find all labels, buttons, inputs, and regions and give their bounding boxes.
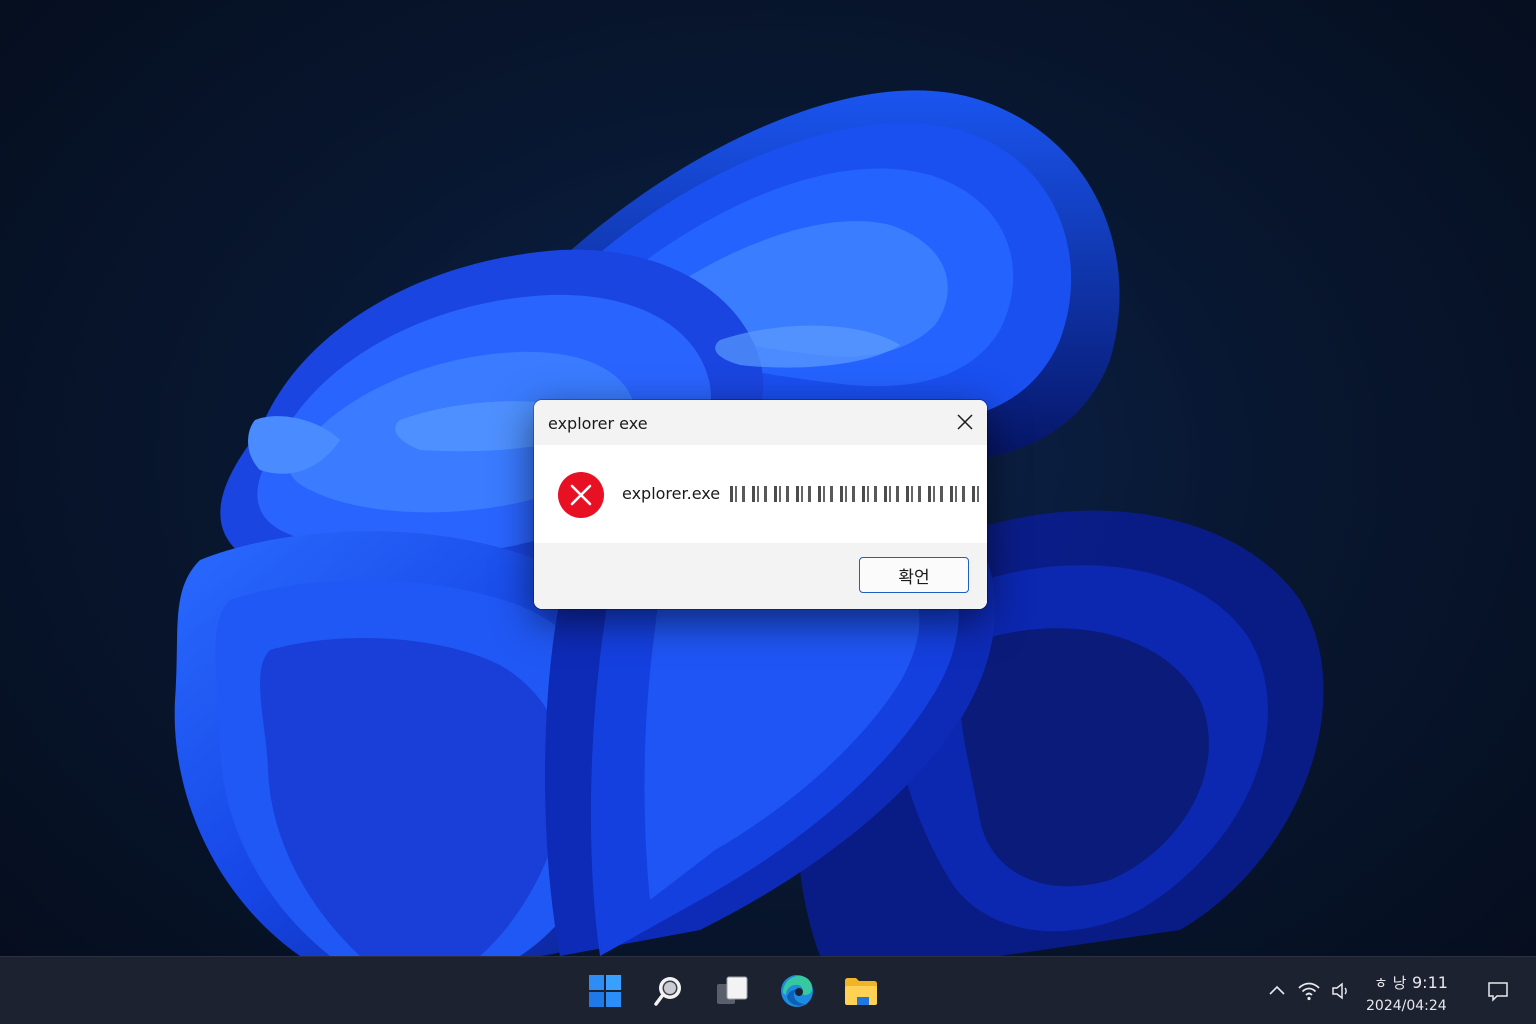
- ime-indicator[interactable]: ㅎ 낭: [1374, 972, 1406, 993]
- error-message: explorer.exe: [622, 484, 981, 503]
- system-tray: ㅎ 낭 9:11 2024/04:24: [1262, 957, 1536, 1024]
- edge-button[interactable]: [776, 970, 818, 1012]
- taskbar-apps: [584, 957, 882, 1024]
- notification-button[interactable]: [1474, 971, 1522, 1011]
- desktop: explorer exe explorer.exe 확언 ㅎ 낭 9:11 20…: [0, 0, 1536, 1024]
- dialog-titlebar[interactable]: explorer exe: [534, 400, 987, 445]
- search-icon: [654, 977, 681, 1006]
- notification-icon: [1488, 982, 1508, 1002]
- speaker-icon: [1332, 982, 1347, 1000]
- chevron-up-icon: [1269, 985, 1285, 995]
- edge-icon: [781, 975, 813, 1007]
- wifi-icon: [1298, 982, 1320, 1001]
- task-view-icon: [717, 976, 748, 1004]
- clock-date: 2024/04:24: [1366, 998, 1447, 1014]
- file-explorer-button[interactable]: [840, 970, 882, 1012]
- close-button[interactable]: [951, 407, 979, 437]
- folder-icon: [845, 978, 877, 1005]
- dialog-footer: 확언: [534, 543, 987, 609]
- message-text: explorer.exe: [622, 484, 721, 503]
- clock-time: 9:11: [1412, 973, 1448, 992]
- volume-button[interactable]: [1326, 976, 1356, 1006]
- taskbar: ㅎ 낭 9:11 2024/04:24: [0, 956, 1536, 1024]
- ok-button[interactable]: 확언: [859, 557, 969, 593]
- error-dialog: explorer exe explorer.exe 확언: [534, 400, 987, 609]
- dialog-title: explorer exe: [548, 414, 648, 433]
- error-icon: [558, 472, 604, 518]
- show-hidden-icons-button[interactable]: [1262, 976, 1292, 1006]
- search-button[interactable]: [648, 970, 690, 1012]
- start-button[interactable]: [584, 970, 626, 1012]
- close-icon: [957, 414, 973, 430]
- clock[interactable]: ㅎ 낭 9:11 2024/04:24: [1366, 964, 1466, 1018]
- redacted-text: [730, 485, 981, 502]
- windows-logo-icon: [589, 975, 621, 1007]
- dialog-body: explorer.exe: [534, 445, 987, 543]
- network-button[interactable]: [1294, 976, 1324, 1006]
- task-view-button[interactable]: [712, 970, 754, 1012]
